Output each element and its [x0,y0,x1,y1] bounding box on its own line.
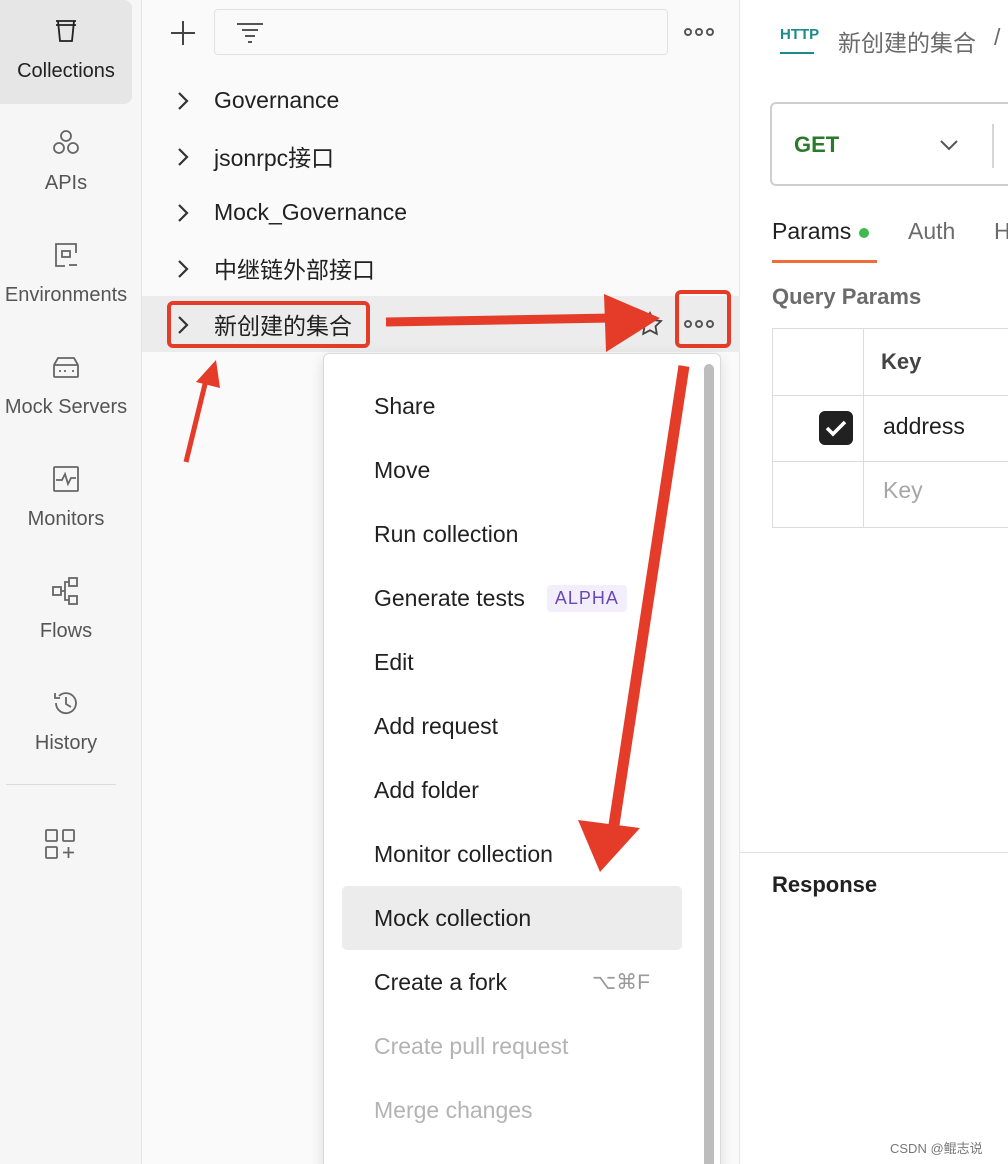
method-divider [992,124,994,168]
sidebar-item-label: Collections [17,60,115,82]
sidebar-item-label: Mock Servers [4,396,128,418]
sidebar-rail: Collections APIs Environments Mock Serve… [0,0,142,1164]
environments-icon [49,238,83,272]
chevron-right-icon[interactable] [176,146,190,166]
sidebar-item-mock-servers[interactable]: Mock Servers [0,336,132,440]
star-icon[interactable] [636,310,664,338]
tab-params[interactable]: Params [772,218,870,245]
query-params-title: Query Params [772,284,922,309]
sidebar-item-collections[interactable]: Collections [0,0,132,104]
menu-item-generate-tests[interactable]: Generate tests ALPHA [342,566,682,630]
param-key[interactable]: address [883,413,965,440]
app-window: Collections APIs Environments Mock Serve… [0,0,1008,1164]
menu-item-create-fork[interactable]: Create a fork ⌥⌘F [342,950,682,1014]
flows-icon [49,574,83,608]
watermark: CSDN @鲲志说 [890,1141,983,1156]
chevron-right-icon[interactable] [176,202,190,222]
shortcut-hint: ⌥⌘F [591,970,650,994]
history-icon [49,686,83,720]
sidebar-item-label: History [34,732,98,754]
response-title: Response [772,872,878,897]
collection-row[interactable]: Governance [142,72,740,128]
new-collection-button[interactable] [166,16,200,50]
collection-row[interactable]: jsonrpc接口 [142,128,740,184]
menu-scrollbar[interactable] [704,364,714,1164]
menu-item-create-pull-request: Create pull request [374,1032,569,1059]
key-column-header: Key [881,349,922,374]
collection-context-menu: Share Move Run collection Generate tests… [323,353,721,1164]
collection-row[interactable]: Mock_Governance [142,184,740,240]
menu-item-monitor-collection[interactable]: Monitor collection [342,822,682,886]
query-params-table: Key address Key [772,328,1008,528]
collection-name: 中继链外部接口 [214,257,375,283]
request-breadcrumb[interactable]: 新创建的集合 [838,24,976,58]
panel-more-button[interactable] [682,20,716,44]
sidebar-item-label: Environments [4,284,128,306]
collection-name: jsonrpc接口 [214,145,335,171]
param-checkbox[interactable] [819,411,853,445]
menu-item-run-collection[interactable]: Run collection [342,502,682,566]
plus-icon [171,21,195,45]
menu-item-add-request[interactable]: Add request [342,694,682,758]
filter-icon [237,23,263,43]
sidebar-item-label: APIs [44,172,88,194]
collection-name: Governance [214,86,340,113]
collection-row[interactable]: 中继链外部接口 [142,240,740,296]
tab-active-underline [772,260,877,263]
sidebar-item-label: Flows [39,620,93,642]
monitors-icon [49,462,83,496]
menu-item-move[interactable]: Move [342,438,682,502]
sidebar-item-environments[interactable]: Environments [0,224,132,328]
tab-auth[interactable]: Auth [908,218,955,245]
annotation-highlight-more [675,290,731,348]
add-widget-icon[interactable] [42,826,78,862]
params-active-dot [859,227,870,238]
response-divider [740,852,1008,853]
menu-item-share[interactable]: Share [342,374,682,438]
annotation-highlight-collection [167,301,370,348]
sidebar-item-apis[interactable]: APIs [0,112,132,216]
method-label: GET [794,132,840,157]
chevron-down-icon [938,136,960,154]
chevron-right-icon[interactable] [176,90,190,110]
method-select[interactable]: GET [770,102,1008,186]
mock-servers-icon [49,350,83,384]
alpha-badge: ALPHA [546,584,627,612]
sidebar-item-label: Monitors [27,508,105,530]
collection-name: Mock_Governance [214,198,408,225]
param-key-input[interactable]: Key [883,477,923,504]
request-pane: HTTP 新创建的集合 / GET Params Auth H Query Pa… [740,0,1008,1164]
chevron-right-icon[interactable] [176,258,190,278]
http-request-icon: HTTP [780,26,819,56]
breadcrumb-separator: / [994,24,1001,50]
menu-item-add-folder[interactable]: Add folder [342,758,682,822]
sidebar-item-history[interactable]: History [0,672,132,776]
sidebar-item-flows[interactable]: Flows [0,560,132,664]
menu-item-mock-collection[interactable]: Mock collection [342,886,682,950]
check-icon [825,420,847,437]
filter-input[interactable] [214,9,668,55]
menu-item-merge-changes: Merge changes [374,1096,533,1123]
collections-icon [49,14,83,48]
apis-icon [49,126,83,160]
sidebar-divider [6,784,116,785]
menu-item-edit[interactable]: Edit [342,630,682,694]
sidebar-item-monitors[interactable]: Monitors [0,448,132,552]
tab-headers[interactable]: H [994,218,1008,245]
